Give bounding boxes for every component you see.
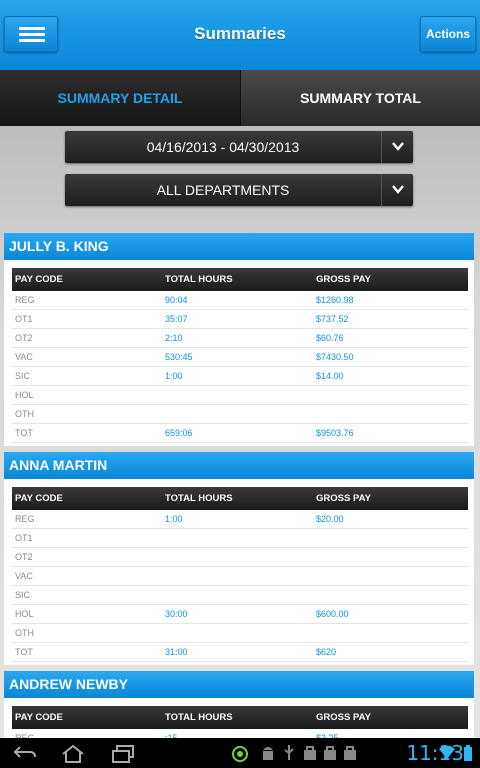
table-header: PAY CODE TOTAL HOURS GROSS PAY: [12, 268, 468, 291]
tab-summary-total[interactable]: SUMMARY TOTAL: [240, 70, 480, 126]
table-header: PAY CODE TOTAL HOURS GROSS PAY: [12, 706, 468, 729]
back-icon[interactable]: [12, 744, 38, 762]
table-row: REG 1:00 $20.00: [12, 510, 468, 529]
table-row: OTH: [12, 405, 468, 424]
bag-icon: [304, 746, 316, 760]
col-total-hours: TOTAL HOURS: [165, 712, 233, 723]
employee-card: ANNA MARTIN PAY CODE TOTAL HOURS GROSS P…: [4, 452, 474, 665]
home-icon[interactable]: [60, 744, 86, 764]
notification-icon: [232, 746, 248, 762]
bag-icon: [324, 746, 336, 760]
col-total-hours: TOTAL HOURS: [165, 274, 233, 285]
date-range-select[interactable]: 04/16/2013 - 04/30/2013: [65, 131, 413, 163]
battery-icon: [464, 745, 472, 761]
table-row: HOL: [12, 386, 468, 405]
actions-button[interactable]: Actions: [420, 16, 476, 52]
system-navigation-bar: 11:13: [0, 738, 480, 768]
table-header: PAY CODE TOTAL HOURS GROSS PAY: [12, 487, 468, 510]
table-row: OT2 2:10 $60.76: [12, 329, 468, 348]
table-row: REG:15 $3.25: [12, 729, 468, 738]
col-gross-pay: GROSS PAY: [316, 274, 371, 285]
tab-summary-detail[interactable]: SUMMARY DETAIL: [0, 70, 240, 126]
table-row: OT1 35:07 $737.52: [12, 310, 468, 329]
app-header: Summaries Actions: [0, 0, 480, 70]
content-area: 04/16/2013 - 04/30/2013 ALL DEPARTMENTS …: [0, 126, 480, 738]
tab-bar: SUMMARY DETAIL SUMMARY TOTAL: [0, 70, 480, 126]
table-row: OT2: [12, 548, 468, 567]
employee-card: JULLY B. KING PAY CODE TOTAL HOURS GROSS…: [4, 233, 474, 446]
department-select[interactable]: ALL DEPARTMENTS: [65, 174, 413, 206]
employee-name: ANNA MARTIN: [4, 452, 474, 479]
usb-icon: [284, 745, 294, 760]
table-row: TOT 31:00 $620: [12, 643, 468, 662]
table-row: SIC: [12, 586, 468, 605]
android-icon: [263, 747, 273, 760]
pay-summary-table: PAY CODE TOTAL HOURS GROSS PAY REG 90:04 $…: [12, 268, 468, 443]
recent-apps-icon[interactable]: [110, 744, 136, 764]
col-pay-code: PAY CODE: [15, 493, 63, 504]
col-gross-pay: GROSS PAY: [316, 712, 371, 723]
employee-card: ANDREW NEWBY PAY CODE TOTAL HOURS GROSS …: [4, 671, 474, 738]
table-row: SIC 1:00 $14.00: [12, 367, 468, 386]
department-value: ALL DEPARTMENTS: [156, 182, 290, 198]
col-total-hours: TOTAL HOURS: [165, 493, 233, 504]
table-row: OTH: [12, 624, 468, 643]
col-pay-code: PAY CODE: [15, 712, 63, 723]
table-row: VAC 530:45 $7430.50: [12, 348, 468, 367]
col-gross-pay: GROSS PAY: [316, 493, 371, 504]
chevron-down-icon[interactable]: [381, 131, 413, 163]
chevron-down-icon[interactable]: [381, 174, 413, 206]
table-row: REG 90:04 $1260.98: [12, 291, 468, 310]
employee-name: ANDREW NEWBY: [4, 671, 474, 698]
table-row: VAC: [12, 567, 468, 586]
table-row: TOT 659:06 $9503.76: [12, 424, 468, 443]
table-row: OT1: [12, 529, 468, 548]
col-pay-code: PAY CODE: [15, 274, 63, 285]
pay-summary-table: PAY CODE TOTAL HOURS GROSS PAY REG 1:00 $2…: [12, 487, 468, 662]
wifi-icon: [439, 745, 455, 759]
date-range-value: 04/16/2013 - 04/30/2013: [146, 139, 300, 155]
page-title: Summaries: [194, 24, 286, 43]
bag-icon: [344, 746, 356, 760]
pay-summary-table: PAY CODE TOTAL HOURS GROSS PAY REG:15 $3.…: [12, 706, 468, 738]
employee-name: JULLY B. KING: [4, 233, 474, 260]
table-row: HOL 30:00 $600.00: [12, 605, 468, 624]
